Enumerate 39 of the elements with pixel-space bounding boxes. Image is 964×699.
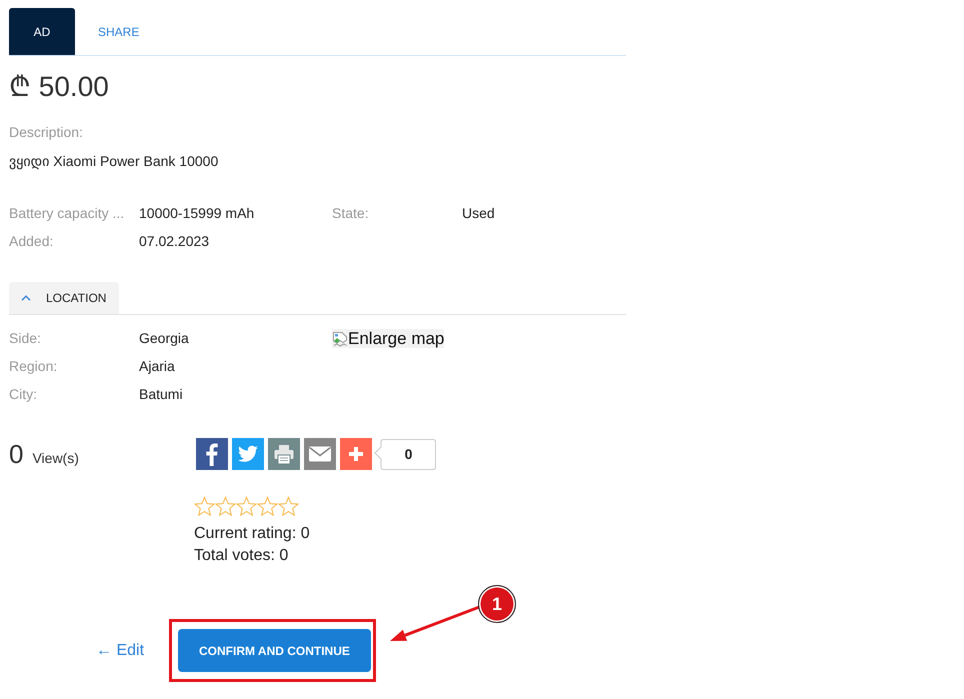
detail-value: 10000-15999 mAh xyxy=(139,204,254,223)
detail-label: State: xyxy=(332,204,369,223)
field-label: Region: xyxy=(9,357,58,376)
enlarge-map-link[interactable]: Enlarge map xyxy=(332,328,444,348)
star-icon[interactable] xyxy=(257,496,278,517)
rating-text: Current rating: 0 xyxy=(194,524,310,544)
tab[interactable]: AD xyxy=(9,8,75,55)
step-badge: 1 xyxy=(478,585,516,623)
view-count: 0 xyxy=(9,439,24,469)
print-button[interactable] xyxy=(268,438,300,470)
views-label: View(s) xyxy=(32,450,79,466)
field-value: Ajaria xyxy=(139,357,175,376)
share-facebook-button[interactable] xyxy=(196,438,228,470)
detail-value: 07.02.2023 xyxy=(139,232,210,251)
description-label: Description: xyxy=(9,123,83,142)
star-icon[interactable] xyxy=(215,496,236,517)
field-value: Georgia xyxy=(139,329,189,348)
detail-label: Added: xyxy=(9,232,54,251)
field-label: Side: xyxy=(9,329,41,348)
star-icon[interactable] xyxy=(278,496,299,517)
star-icon[interactable] xyxy=(194,496,215,517)
share-count: 0 xyxy=(374,438,436,470)
field-label: City: xyxy=(9,385,37,404)
share-twitter-button[interactable] xyxy=(232,438,264,470)
broken-image-icon xyxy=(332,330,348,346)
star-rating[interactable] xyxy=(194,496,299,517)
field-value: Batumi xyxy=(139,385,183,404)
detail-value: Used xyxy=(462,204,495,223)
confirm-button[interactable]: CONFIRM AND CONTINUE xyxy=(178,629,371,672)
description-text: ვყიდი Xiaomi Power Bank 10000 xyxy=(9,152,218,171)
email-button[interactable] xyxy=(304,438,336,470)
more-share-button[interactable] xyxy=(340,438,372,470)
tab[interactable]: SHARE xyxy=(75,8,162,55)
star-icon[interactable] xyxy=(236,496,257,517)
edit-link[interactable]: ← Edit xyxy=(96,642,144,660)
detail-label: Battery capacity ... xyxy=(9,204,124,223)
price-text: ₾ 50.00 xyxy=(9,70,109,104)
votes-text: Total votes: 0 xyxy=(194,546,288,566)
location-section-tab[interactable]: LOCATION xyxy=(9,282,120,314)
